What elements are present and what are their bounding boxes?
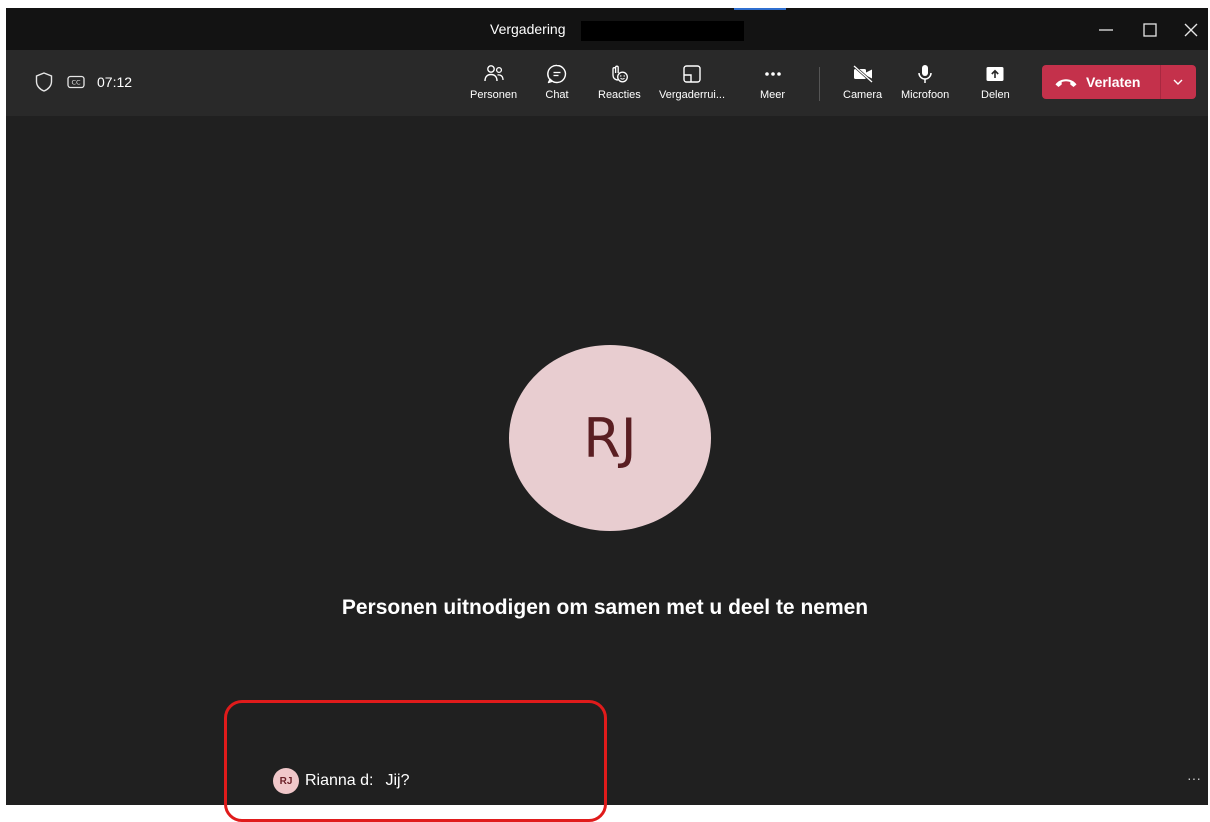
maximize-icon xyxy=(1143,23,1157,37)
title-bar: Vergadering xyxy=(6,8,1208,50)
chat-icon xyxy=(545,62,569,86)
reactions-label: Reacties xyxy=(598,89,641,101)
people-label: Personen xyxy=(470,89,518,101)
meeting-info: CC 07:12 xyxy=(33,71,132,93)
people-button[interactable]: Personen xyxy=(470,62,517,101)
reactions-icon xyxy=(607,62,631,86)
camera-off-icon xyxy=(851,62,875,86)
ellipsis-icon[interactable]: ··· xyxy=(1187,770,1201,786)
chevron-down-icon xyxy=(1173,79,1183,85)
title-accent-line xyxy=(734,8,786,10)
share-icon xyxy=(983,62,1007,86)
camera-label: Camera xyxy=(843,89,883,101)
close-icon xyxy=(1184,23,1198,37)
leave-label: Verlaten xyxy=(1086,74,1141,90)
microphone-icon xyxy=(913,62,937,86)
annotation-highlight-box xyxy=(224,700,607,822)
chat-label: Chat xyxy=(545,89,569,101)
leave-button-group: Verlaten xyxy=(1042,65,1196,99)
meeting-rooms-label: Vergaderrui... xyxy=(659,89,726,101)
microphone-label: Microfoon xyxy=(901,89,950,101)
share-label: Delen xyxy=(981,89,1010,101)
hang-up-icon xyxy=(1054,75,1078,89)
meeting-timer: 07:12 xyxy=(97,74,133,90)
chat-button[interactable]: Chat xyxy=(545,62,569,101)
reactions-button[interactable]: Reacties xyxy=(598,62,641,101)
more-button[interactable]: Meer xyxy=(760,62,785,101)
leave-button[interactable]: Verlaten xyxy=(1042,65,1154,99)
teams-meeting-window: Vergadering CC 07:12 Personen Chat React… xyxy=(6,8,1208,805)
svg-text:CC: CC xyxy=(71,79,81,87)
invite-message: Personen uitnodigen om samen met u deel … xyxy=(341,596,869,619)
shield-icon[interactable] xyxy=(33,71,55,93)
people-icon xyxy=(482,62,506,86)
meeting-rooms-icon xyxy=(680,62,704,86)
avatar-initials: RJ xyxy=(583,406,637,470)
camera-button[interactable]: Camera xyxy=(843,62,882,101)
close-window-button[interactable] xyxy=(1178,17,1204,43)
redacted-title-bar xyxy=(581,21,744,41)
leave-options-button[interactable] xyxy=(1161,65,1195,99)
more-label: Meer xyxy=(760,89,786,101)
participant-avatar: RJ xyxy=(509,345,711,531)
minimize-button[interactable] xyxy=(1093,17,1119,43)
meeting-rooms-button[interactable]: Vergaderrui... xyxy=(659,62,725,101)
maximize-button[interactable] xyxy=(1137,17,1163,43)
minimize-icon xyxy=(1099,29,1113,31)
meeting-toolbar: CC 07:12 Personen Chat Reacties Vergader… xyxy=(6,50,1208,116)
window-title: Vergadering xyxy=(490,21,566,37)
closed-captions-icon[interactable]: CC xyxy=(65,71,87,93)
microphone-button[interactable]: Microfoon xyxy=(901,62,949,101)
more-icon xyxy=(761,62,785,86)
share-button[interactable]: Delen xyxy=(981,62,1010,101)
toolbar-divider xyxy=(819,67,820,101)
